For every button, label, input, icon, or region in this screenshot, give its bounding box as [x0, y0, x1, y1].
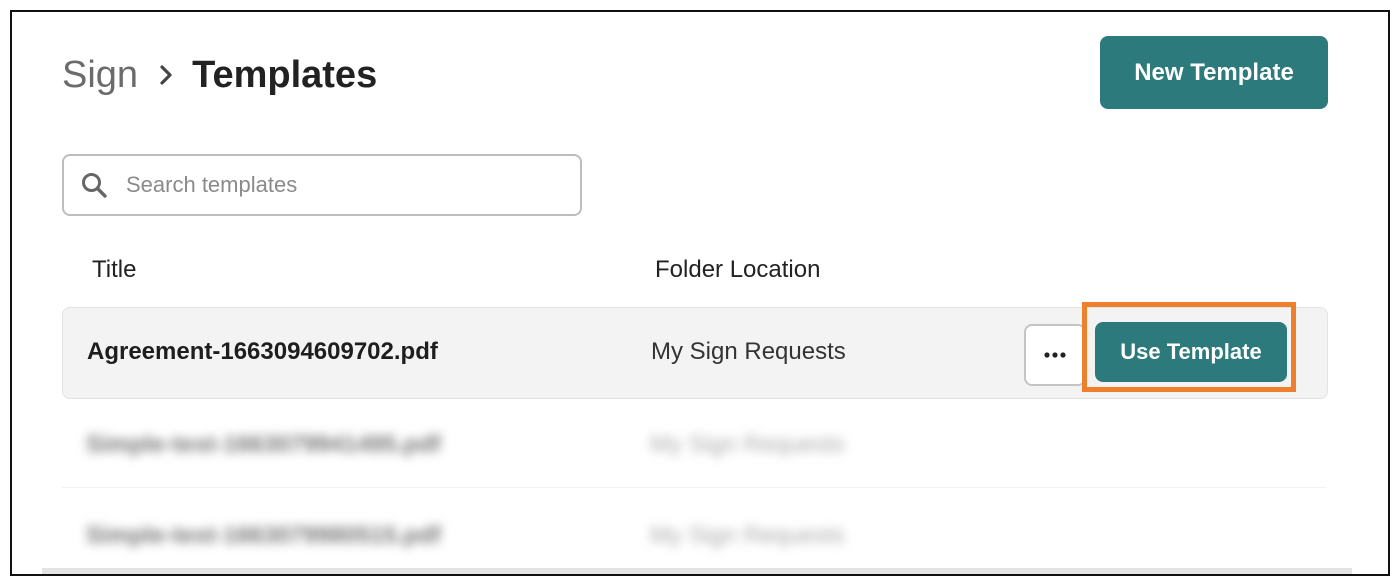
templates-page: Sign Templates New Template Title Folder…: [10, 10, 1390, 576]
row-title: Agreement-1663094609702.pdf: [87, 338, 438, 365]
ellipsis-icon: [1043, 346, 1067, 364]
column-header-title: Title: [92, 256, 137, 283]
search-icon: [80, 171, 108, 199]
row-folder: My Sign Requests: [651, 338, 846, 365]
breadcrumb-root-sign[interactable]: Sign: [62, 54, 138, 97]
use-template-button[interactable]: Use Template: [1095, 322, 1287, 382]
row-title: Simple-test-1663079980515.pdf: [86, 522, 441, 549]
row-folder: My Sign Requests: [650, 431, 845, 458]
breadcrumb: Sign Templates: [62, 52, 377, 98]
chevron-right-icon: [154, 63, 178, 87]
row-folder: My Sign Requests: [650, 522, 845, 549]
column-header-folder-location: Folder Location: [655, 256, 821, 283]
row-title: Simple-test-1663079941495.pdf: [86, 431, 441, 458]
new-template-button[interactable]: New Template: [1100, 36, 1328, 109]
table-row[interactable]: Simple-test-1663079980515.pdf My Sign Re…: [62, 490, 1326, 574]
search-box[interactable]: [62, 154, 582, 216]
more-options-button[interactable]: [1024, 324, 1086, 386]
table-row[interactable]: Simple-test-1663079941495.pdf My Sign Re…: [62, 399, 1326, 488]
search-input[interactable]: [124, 171, 580, 199]
page-title: Templates: [192, 53, 378, 96]
horizontal-scrollbar[interactable]: [42, 568, 1352, 574]
